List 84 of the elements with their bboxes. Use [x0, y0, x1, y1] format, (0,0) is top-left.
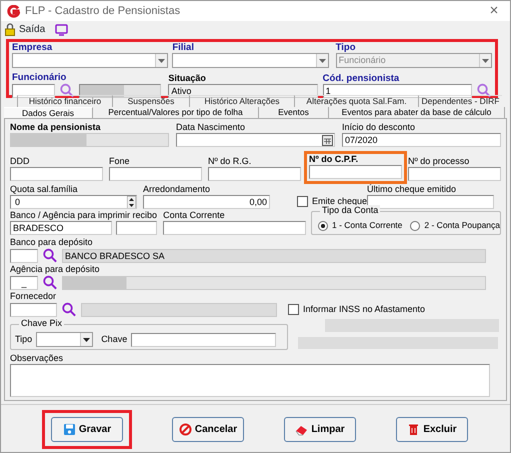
field-label: Banco / Agência para imprimir recibo: [10, 210, 158, 221]
dropdown-arrow-icon: [318, 58, 326, 62]
bank-name-field: BANCO BRADESCO SA: [62, 248, 486, 262]
field-label: Nº do C.P.F.: [309, 154, 360, 165]
field-label: Nº do processo: [408, 156, 470, 167]
pensioner-code-field[interactable]: 1: [322, 84, 472, 98]
calendar-icon[interactable]: [322, 135, 333, 146]
field-label: Funcionário: [12, 72, 68, 83]
action-button[interactable]: Excluir: [396, 417, 468, 442]
field-label: DDD: [10, 156, 30, 167]
process-number-field[interactable]: [408, 167, 501, 181]
field-label: Início do desconto: [342, 122, 416, 133]
checkbox[interactable]: [296, 196, 308, 207]
id-number-field[interactable]: [208, 167, 301, 181]
radio-button[interactable]: [410, 220, 420, 230]
search-icon[interactable]: [476, 83, 492, 98]
field-label: Chave: [101, 334, 128, 345]
field-label: Data Nascimento: [176, 122, 246, 133]
pix-key-field[interactable]: [131, 332, 276, 346]
bank-code-field[interactable]: [10, 248, 38, 262]
group-label: Tipo da Conta: [320, 205, 380, 216]
lock-icon: [5, 23, 15, 36]
company-dropdown[interactable]: [12, 53, 168, 68]
action-button[interactable]: Cancelar: [172, 417, 244, 442]
status-field: Ativo: [168, 84, 318, 98]
field-label: Nº do R.G.: [208, 156, 252, 167]
agency-field[interactable]: [116, 221, 158, 235]
employee-code-field[interactable]: [12, 84, 55, 98]
group-label: Chave Pix: [19, 318, 64, 329]
field-label: Filial: [172, 42, 195, 53]
checkbox[interactable]: [288, 304, 299, 315]
discount-start-field[interactable]: 07/2020: [342, 133, 501, 147]
search-icon[interactable]: [42, 275, 58, 290]
notes-field[interactable]: [10, 364, 490, 397]
birth-date-field[interactable]: [176, 133, 335, 147]
field-label: Quota sal.família: [10, 184, 79, 195]
close-button[interactable]: ×: [484, 0, 504, 22]
account-field[interactable]: [163, 221, 306, 235]
branch-dropdown[interactable]: [172, 53, 329, 68]
checkbox-label: Informar INSS no Afastamento: [303, 304, 426, 315]
field-label: Tipo: [15, 334, 32, 345]
cpf-field[interactable]: [309, 165, 402, 179]
field-label: Conta Corrente: [163, 210, 226, 221]
agency-code-field[interactable]: _: [10, 276, 38, 290]
dropdown-arrow-icon: [158, 58, 166, 62]
trash-icon: [407, 423, 420, 436]
field-label: Fornecedor: [10, 291, 58, 302]
checkbox-label: Emite cheque: [312, 196, 368, 206]
family-quota-field[interactable]: 0: [10, 195, 137, 209]
dropdown-arrow-icon: [482, 58, 489, 62]
window-title: FLP - Cadastro de Pensionistas: [25, 6, 180, 16]
field-label: Banco para depósito: [10, 237, 94, 248]
field-label: Tipo: [336, 42, 357, 53]
field-label: Situação: [168, 73, 207, 84]
eraser-icon: [295, 423, 308, 436]
rounding-field[interactable]: 0,00: [142, 195, 270, 209]
field-label: Cód. pensionista: [322, 73, 400, 84]
area-code-field[interactable]: [10, 167, 103, 181]
search-icon[interactable]: [59, 83, 75, 98]
supplier-code-field[interactable]: [10, 302, 57, 316]
field-label: Nome da pensionista: [10, 122, 102, 133]
no-entry-icon: [178, 423, 192, 436]
pix-type-dropdown[interactable]: [36, 332, 94, 347]
app-logo-icon: [7, 4, 20, 18]
radio-label: 2 - Conta Poupança: [424, 220, 500, 231]
bank-field[interactable]: BRADESCO: [10, 221, 112, 235]
phone-field[interactable]: [109, 167, 202, 181]
dropdown-arrow-icon: [83, 338, 90, 342]
field-label: Observações: [10, 353, 64, 364]
field-label: Empresa: [12, 42, 54, 53]
field-label: Último cheque emitido: [367, 184, 458, 195]
field-label: Fone: [109, 156, 131, 167]
search-icon[interactable]: [42, 248, 58, 263]
search-icon[interactable]: [61, 302, 77, 317]
spin-icon[interactable]: [126, 196, 136, 208]
field-label: Agência para depósito: [10, 264, 101, 275]
action-button[interactable]: Limpar: [284, 417, 356, 442]
radio-button[interactable]: [318, 220, 328, 230]
radio-label: 1 - Conta Corrente: [332, 220, 402, 231]
monitor-icon[interactable]: [55, 24, 68, 36]
action-button[interactable]: Gravar: [51, 417, 123, 442]
exit-button[interactable]: Saída: [19, 22, 46, 37]
tab[interactable]: Dados Gerais: [4, 107, 93, 118]
field-label: Arredondamento: [142, 184, 212, 195]
